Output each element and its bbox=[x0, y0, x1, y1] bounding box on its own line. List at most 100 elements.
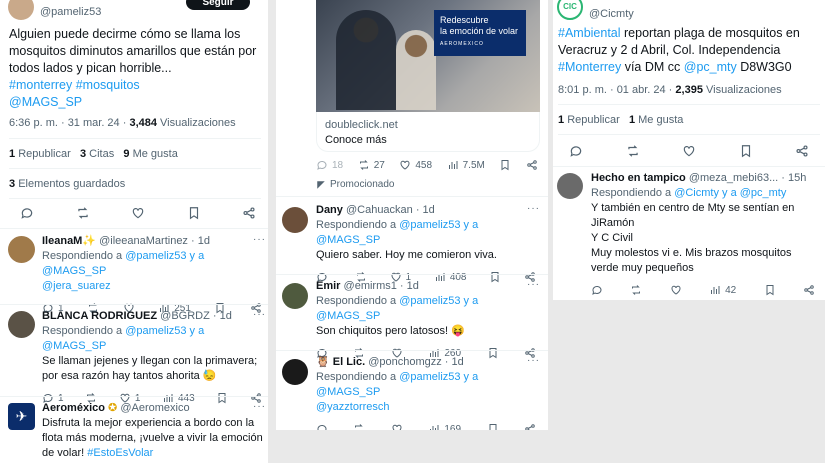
author-name[interactable]: Emir bbox=[316, 280, 340, 292]
more-icon[interactable]: ··· bbox=[253, 309, 266, 320]
more-icon[interactable]: ··· bbox=[253, 234, 266, 245]
author-name[interactable]: BLANCA RODRIGUEZ bbox=[42, 310, 157, 322]
reply-tweet[interactable]: BLANCA RODRIGUEZ @BGRDZ · 1d Respondiend… bbox=[8, 309, 266, 404]
reply-icon[interactable] bbox=[20, 206, 34, 220]
reply-icon[interactable] bbox=[569, 144, 583, 158]
avatar[interactable] bbox=[8, 0, 34, 20]
ad-cta[interactable]: Conoce más bbox=[325, 133, 531, 148]
bookmark-action[interactable] bbox=[499, 159, 511, 171]
divider bbox=[9, 198, 261, 199]
likes-stat[interactable]: 1 Me gusta bbox=[629, 114, 683, 126]
like-action[interactable]: 458 bbox=[399, 159, 432, 171]
reply-mention[interactable]: @jera_suarez bbox=[42, 279, 266, 294]
reply-text-line: Muy molestos vi e. Mis brazos mosquitos bbox=[591, 247, 792, 259]
bookmark-icon[interactable] bbox=[739, 144, 753, 158]
retweets-stat[interactable]: 1 Republicar bbox=[558, 114, 620, 126]
reply-action[interactable]: 18 bbox=[316, 159, 343, 171]
reply-mention[interactable]: @yazztorresch bbox=[316, 400, 544, 415]
hashtag-link[interactable]: #EstoEsVolar bbox=[87, 447, 153, 459]
avatar[interactable] bbox=[282, 283, 308, 309]
replying-label: Respondiendo a bbox=[42, 325, 126, 337]
bookmark-action[interactable] bbox=[487, 423, 499, 430]
avatar[interactable] bbox=[282, 359, 308, 385]
ad-domain[interactable]: doubleclick.net bbox=[325, 118, 531, 133]
author-name[interactable]: Dany bbox=[316, 204, 343, 216]
hashtag-link[interactable]: #monterrey bbox=[9, 78, 72, 92]
ad-card-footer[interactable]: doubleclick.net Conoce más bbox=[316, 112, 540, 152]
views-action[interactable]: 169 bbox=[428, 423, 461, 430]
author-handle[interactable]: @Aeromexico bbox=[120, 402, 189, 414]
more-icon[interactable]: ··· bbox=[527, 279, 540, 290]
timestamp[interactable]: 8:01 p. m. · 01 abr. 24 · bbox=[558, 84, 675, 96]
retweets-stat[interactable]: 1 Republicar bbox=[9, 148, 71, 160]
author-handle[interactable]: @ileeanaMartinez · 1d bbox=[99, 235, 210, 247]
author-handle[interactable]: @meza_mebi63... · 15h bbox=[689, 172, 807, 184]
more-icon[interactable]: ··· bbox=[253, 401, 266, 412]
avatar[interactable] bbox=[8, 236, 35, 263]
author-handle[interactable]: @Cahuackan · 1d bbox=[346, 204, 435, 216]
follow-button[interactable]: Seguir bbox=[186, 0, 250, 10]
bookmark-icon[interactable] bbox=[187, 206, 201, 220]
divider bbox=[9, 168, 261, 169]
share-icon[interactable] bbox=[795, 144, 809, 158]
retweet-icon bbox=[632, 285, 641, 295]
bookmark-action[interactable] bbox=[764, 284, 776, 296]
likes-stat[interactable]: 9 Me gusta bbox=[123, 148, 177, 160]
like-action[interactable] bbox=[391, 423, 403, 430]
author-name[interactable]: Aeroméxico bbox=[42, 402, 105, 414]
retweet-icon[interactable] bbox=[626, 144, 640, 158]
avatar[interactable]: CIC bbox=[557, 0, 583, 20]
reply-tweet[interactable]: 🦉 El Lic. @ponchomgzz · 1d Respondiendo … bbox=[282, 355, 544, 430]
mention-link[interactable]: @MAGS_SP bbox=[9, 95, 82, 109]
share-action[interactable] bbox=[803, 284, 815, 296]
more-icon[interactable]: ··· bbox=[527, 355, 540, 366]
author-handle[interactable]: @pameliz53 bbox=[40, 6, 101, 18]
reply-action[interactable] bbox=[316, 423, 328, 430]
author-handle[interactable]: @BGRDZ · 1d bbox=[160, 310, 232, 322]
reply-tweet[interactable]: IleanaM✨ @ileeanaMartinez · 1d Respondie… bbox=[8, 234, 266, 314]
avatar[interactable] bbox=[8, 311, 35, 338]
tweet-header: @pameliz53 bbox=[8, 0, 101, 20]
like-action[interactable] bbox=[670, 284, 682, 296]
ad-image[interactable]: Redescubre la emoción de volar AEROMEXIC… bbox=[316, 0, 540, 112]
author-handle[interactable]: @ponchomgzz · 1d bbox=[368, 356, 464, 368]
avatar[interactable] bbox=[282, 207, 308, 233]
quotes-stat[interactable]: 3 Citas bbox=[80, 148, 114, 160]
like-icon bbox=[671, 285, 681, 295]
like-icon[interactable] bbox=[131, 206, 145, 220]
tweet-text: vía DM cc bbox=[621, 60, 684, 74]
tweet-body: Alguien puede decirme cómo se llama los … bbox=[9, 26, 264, 111]
aeromexico-logo[interactable]: ✈ bbox=[8, 403, 35, 430]
views-action[interactable]: 7.5M bbox=[447, 159, 485, 171]
views-action[interactable]: 42 bbox=[709, 284, 736, 296]
reply-tweet[interactable]: Hecho en tampico @meza_mebi63... · 15h R… bbox=[557, 171, 823, 296]
author-handle[interactable]: @Cicmty bbox=[589, 8, 634, 20]
reply-tweet[interactable]: Dany @Cahuackan · 1d Respondiendo a @pam… bbox=[282, 203, 544, 283]
avatar[interactable] bbox=[557, 173, 583, 199]
retweet-action[interactable] bbox=[353, 423, 365, 430]
replying-to-link[interactable]: @Cicmty y a @pc_mty bbox=[674, 187, 786, 199]
hashtag-link[interactable]: #Ambiental bbox=[558, 26, 621, 40]
promoted-tweet[interactable]: ✈ Aeroméxico ✪ @Aeromexico Disfruta la m… bbox=[8, 401, 266, 461]
retweet-action[interactable]: 27 bbox=[358, 159, 385, 171]
retweet-action[interactable] bbox=[630, 284, 642, 296]
more-icon[interactable]: ··· bbox=[527, 203, 540, 214]
replying-label: Respondiendo a bbox=[316, 219, 400, 231]
author-handle[interactable]: @emirms1 · 1d bbox=[344, 280, 419, 292]
mention-link[interactable]: @pc_mty bbox=[684, 60, 737, 74]
author-name[interactable]: IleanaM✨ bbox=[42, 235, 96, 247]
share-action[interactable] bbox=[526, 159, 538, 171]
timestamp[interactable]: 6:36 p. m. · 31 mar. 24 · bbox=[9, 117, 129, 129]
hashtag-link[interactable]: #mosquitos bbox=[76, 78, 140, 92]
reply-action[interactable] bbox=[591, 284, 603, 296]
reply-tweet[interactable]: Emir @emirms1 · 1d Respondiendo a @pamel… bbox=[282, 279, 544, 359]
like-icon[interactable] bbox=[682, 144, 696, 158]
bookmarks-stat[interactable]: 3 Elementos guardados bbox=[9, 178, 125, 190]
author-name[interactable]: Hecho en tampico bbox=[591, 172, 686, 184]
author-name[interactable]: 🦉 El Lic. bbox=[316, 356, 365, 368]
retweet-icon[interactable] bbox=[76, 206, 90, 220]
share-icon[interactable] bbox=[242, 206, 256, 220]
tweet-text: D8W3G0 bbox=[736, 60, 792, 74]
hashtag-link[interactable]: #Monterrey bbox=[558, 60, 621, 74]
share-action[interactable] bbox=[524, 423, 536, 430]
